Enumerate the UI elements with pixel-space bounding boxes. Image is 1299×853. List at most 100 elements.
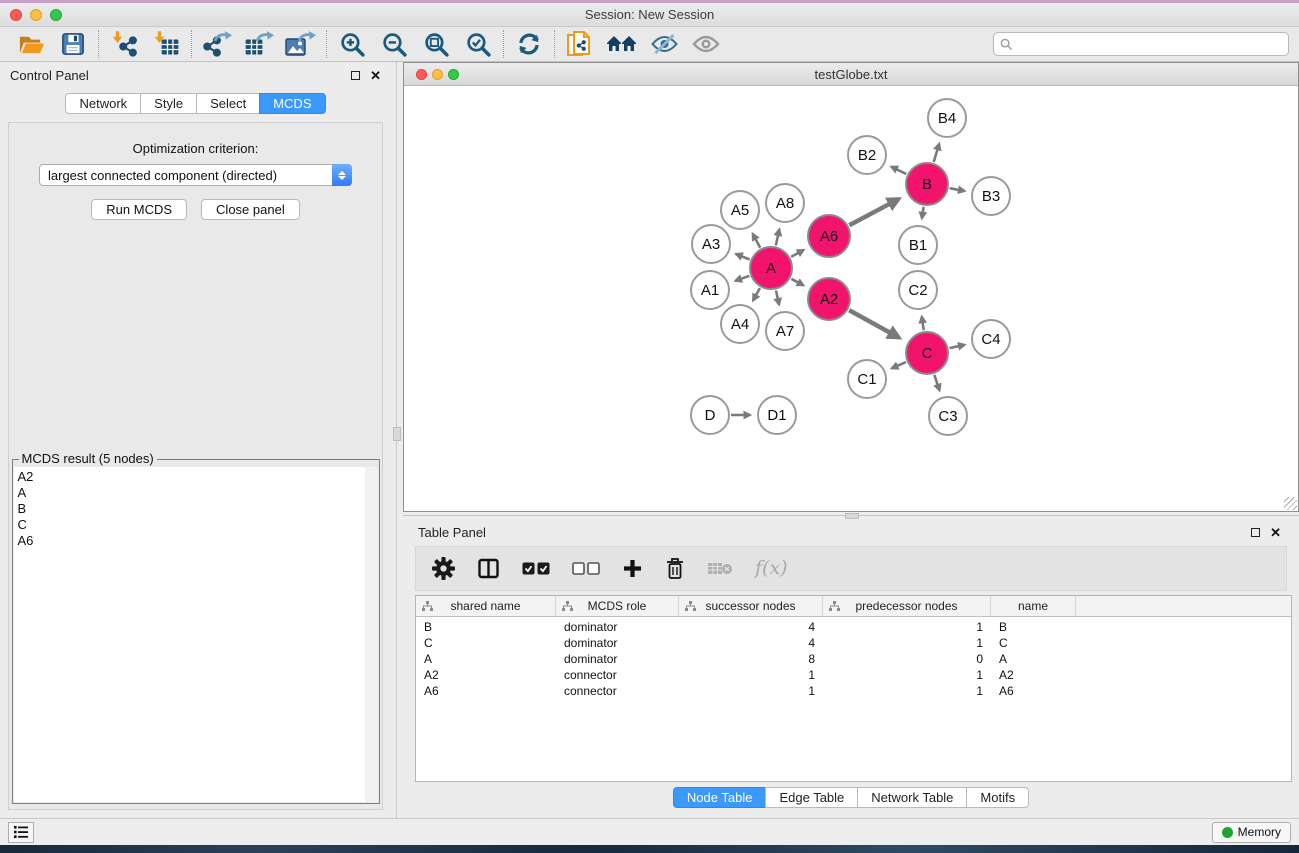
table-row-c[interactable]: Cdominator41C [416, 635, 1291, 651]
session-titlebar[interactable]: Session: New Session [0, 3, 1299, 27]
graph-node-A6[interactable]: A6 [807, 214, 851, 258]
show-graphics-details-button[interactable] [685, 29, 727, 59]
edge-A-A6[interactable] [791, 250, 804, 257]
graph-node-D1[interactable]: D1 [757, 395, 797, 435]
close-table-panel-icon[interactable]: ✕ [1270, 526, 1281, 539]
function-builder-button[interactable]: f(x) [755, 557, 788, 579]
network-minimize-button[interactable] [432, 69, 443, 80]
tab-mcds[interactable]: MCDS [259, 93, 325, 114]
home-button[interactable] [601, 29, 643, 59]
tab-style[interactable]: Style [140, 93, 197, 114]
graph-node-A7[interactable]: A7 [765, 311, 805, 351]
memory-button[interactable]: Memory [1212, 822, 1291, 843]
zoom-fit-button[interactable] [415, 29, 457, 59]
tab-edge-table[interactable]: Edge Table [765, 787, 858, 808]
network-canvas[interactable]: B4B2BB3A8A5A6A3B1AA1C2A2A4A7C4CC1DD1C3 [404, 86, 1298, 511]
result-item-b[interactable]: B [14, 501, 378, 517]
graph-node-C1[interactable]: C1 [847, 359, 887, 399]
edge-B-B1[interactable] [922, 207, 924, 219]
open-session-button[interactable] [10, 29, 52, 59]
delete-column-button[interactable] [665, 557, 685, 580]
graph-node-A4[interactable]: A4 [720, 304, 760, 344]
criterion-select[interactable]: largest connected component (directed) [39, 164, 352, 186]
hide-graphics-details-button[interactable] [643, 29, 685, 59]
duplicate-network-button[interactable] [559, 29, 601, 59]
graph-node-C4[interactable]: C4 [971, 319, 1011, 359]
search-input[interactable] [1017, 37, 1282, 51]
export-network-button[interactable] [196, 29, 238, 59]
table-options-button[interactable] [432, 557, 455, 580]
splitter-handle[interactable] [393, 427, 401, 441]
horizontal-splitter[interactable] [403, 512, 1299, 520]
edge-B-B4[interactable] [934, 144, 940, 162]
refresh-button[interactable] [508, 29, 550, 59]
graph-node-C[interactable]: C [905, 331, 949, 375]
column-header-predecessor-nodes[interactable]: predecessor nodes [823, 596, 991, 616]
network-window-titlebar[interactable]: testGlobe.txt [404, 63, 1298, 86]
edge-A-A7[interactable] [776, 291, 779, 305]
table-row-a2[interactable]: A2connector11A2 [416, 667, 1291, 683]
network-zoom-button[interactable] [448, 69, 459, 80]
result-item-a6[interactable]: A6 [14, 533, 378, 549]
graph-node-B1[interactable]: B1 [898, 225, 938, 265]
graph-node-D[interactable]: D [690, 395, 730, 435]
edge-A-A4[interactable] [753, 288, 760, 300]
tab-network-table[interactable]: Network Table [857, 787, 967, 808]
close-panel-button[interactable]: Close panel [201, 199, 300, 220]
edge-B-B2[interactable] [891, 167, 906, 174]
tab-motifs[interactable]: Motifs [966, 787, 1029, 808]
table-row-a6[interactable]: A6connector11A6 [416, 683, 1291, 699]
edge-C-C2[interactable] [922, 317, 924, 331]
graph-node-B2[interactable]: B2 [847, 135, 887, 175]
show-columns-button[interactable] [477, 558, 500, 579]
graph-node-A1[interactable]: A1 [690, 270, 730, 310]
graph-node-A2[interactable]: A2 [807, 277, 851, 321]
graph-node-A[interactable]: A [749, 246, 793, 290]
select-all-button[interactable] [522, 562, 550, 575]
add-column-button[interactable] [622, 558, 643, 579]
network-close-button[interactable] [416, 69, 427, 80]
export-table-button[interactable] [238, 29, 280, 59]
graph-node-A3[interactable]: A3 [691, 224, 731, 264]
graph-node-A8[interactable]: A8 [765, 183, 805, 223]
column-header-mcds-role[interactable]: MCDS role [556, 596, 679, 616]
graph-node-B4[interactable]: B4 [927, 98, 967, 138]
delete-table-button[interactable] [707, 561, 733, 576]
deselect-all-button[interactable] [572, 562, 600, 575]
import-network-button[interactable] [103, 29, 145, 59]
graph-node-A5[interactable]: A5 [720, 190, 760, 230]
table-row-a[interactable]: Adominator80A [416, 651, 1291, 667]
result-item-c[interactable]: C [14, 517, 378, 533]
save-session-button[interactable] [52, 29, 94, 59]
tab-node-table[interactable]: Node Table [673, 787, 767, 808]
splitter-handle[interactable] [845, 513, 859, 519]
zoom-selected-button[interactable] [457, 29, 499, 59]
minimize-window-button[interactable] [30, 9, 42, 21]
graph-node-B3[interactable]: B3 [971, 176, 1011, 216]
task-history-button[interactable] [8, 822, 34, 843]
edge-B-B3[interactable] [950, 188, 965, 191]
column-header-successor-nodes[interactable]: successor nodes [679, 596, 823, 616]
edge-A-A5[interactable] [753, 234, 761, 248]
edge-A-A2[interactable] [791, 279, 803, 286]
edge-A-A1[interactable] [735, 276, 749, 281]
edge-A-A3[interactable] [736, 254, 750, 260]
graph-node-C3[interactable]: C3 [928, 396, 968, 436]
column-header-name[interactable]: name [991, 596, 1076, 616]
edge-C-C1[interactable] [892, 362, 906, 368]
edge-A6-B[interactable] [849, 199, 898, 225]
table-row-b[interactable]: Bdominator41B [416, 619, 1291, 635]
graph-node-B[interactable]: B [905, 162, 949, 206]
vertical-splitter[interactable] [391, 62, 403, 818]
float-table-panel-icon[interactable] [1251, 528, 1260, 537]
edge-A-A8[interactable] [776, 229, 780, 245]
import-table-button[interactable] [145, 29, 187, 59]
column-header-shared-name[interactable]: shared name [416, 596, 556, 616]
window-resize-grip[interactable] [1284, 497, 1297, 510]
close-window-button[interactable] [10, 9, 22, 21]
result-scrollbar[interactable] [365, 467, 378, 802]
zoom-in-button[interactable] [331, 29, 373, 59]
search-field[interactable] [993, 32, 1289, 56]
edge-C-C4[interactable] [950, 345, 965, 348]
run-mcds-button[interactable]: Run MCDS [91, 199, 187, 220]
